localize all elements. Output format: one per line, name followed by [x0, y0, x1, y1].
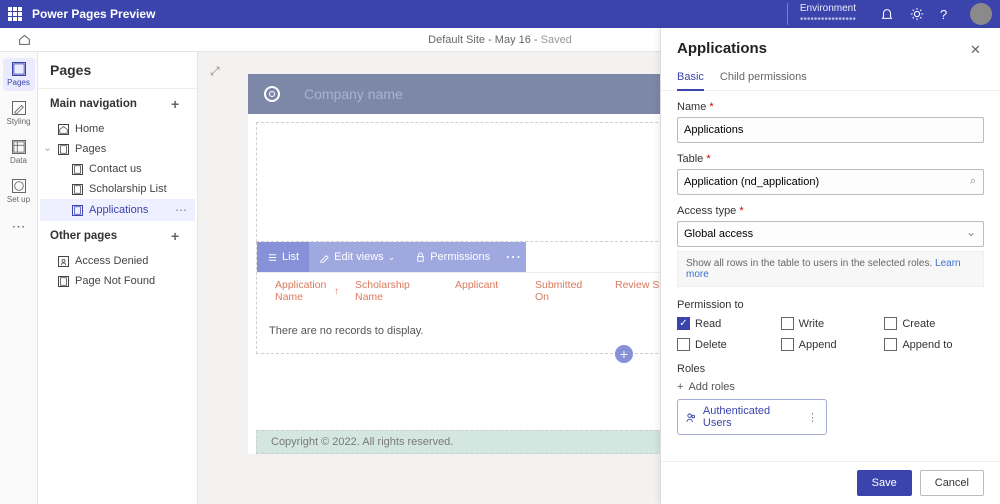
chip-more-icon[interactable]: ⋮: [807, 411, 818, 424]
breadcrumb-status: Saved: [541, 34, 572, 46]
add-section-button[interactable]: +: [615, 345, 633, 363]
toolbar-permissions-button[interactable]: Permissions: [405, 242, 500, 272]
cancel-button[interactable]: Cancel: [920, 470, 984, 496]
panel-title: Applications: [677, 40, 767, 57]
other-pages-header: Other pages +: [38, 221, 197, 251]
page-icon: [58, 144, 69, 155]
avatar[interactable]: [970, 3, 992, 25]
table-input[interactable]: [677, 169, 984, 195]
close-icon[interactable]: ✕: [970, 42, 984, 56]
app-header: Power Pages Preview Environment ••••••••…: [0, 0, 1000, 28]
waffle-icon[interactable]: [8, 7, 22, 21]
add-main-nav-icon[interactable]: +: [171, 97, 185, 111]
styling-icon: [12, 101, 26, 115]
chevron-down-icon: ⌄: [388, 252, 396, 263]
access-type-hint: Show all rows in the table to users in t…: [677, 251, 984, 287]
rail-more[interactable]: ⋯: [3, 214, 35, 239]
access-type-select[interactable]: [677, 221, 984, 247]
tree-item-more-icon[interactable]: ⋯: [175, 203, 187, 217]
tab-child-permissions[interactable]: Child permissions: [720, 65, 807, 90]
checkbox-icon: ✓: [677, 317, 690, 330]
table-label: Table *: [677, 153, 984, 165]
lock-icon: [58, 256, 69, 267]
rail-item-styling[interactable]: Styling: [3, 97, 35, 130]
checkbox-icon: [781, 317, 794, 330]
name-input[interactable]: [677, 117, 984, 143]
gear-icon[interactable]: [910, 7, 924, 21]
checkbox-icon: [884, 338, 897, 351]
tree-item-contact[interactable]: Contact us: [40, 159, 195, 179]
list-icon: [267, 252, 278, 263]
environment-label: Environment: [800, 3, 856, 14]
tree-item-pages[interactable]: Pages: [40, 139, 195, 159]
pages-panel: Pages Main navigation + Home Pages Conta…: [38, 52, 198, 504]
page-icon: [58, 276, 69, 287]
copyright: Copyright © 2022. All rights reserved.: [271, 436, 453, 448]
checkbox-create[interactable]: Create: [884, 317, 984, 330]
breadcrumb-site: Default Site: [428, 34, 485, 46]
roles-label: Roles: [677, 363, 984, 375]
environment-value: ••••••••••••••••: [800, 14, 856, 25]
checkbox-append[interactable]: Append: [781, 338, 881, 351]
page-icon: [72, 184, 83, 195]
plus-icon: +: [677, 381, 683, 393]
rail-item-pages[interactable]: Pages: [3, 58, 35, 91]
edit-icon: [319, 252, 330, 263]
checkbox-append-to[interactable]: Append to: [884, 338, 984, 351]
fit-to-screen-icon[interactable]: ⤢: [210, 64, 220, 79]
checkbox-icon: [884, 317, 897, 330]
page-icon: [72, 205, 83, 216]
main-navigation-header: Main navigation +: [38, 89, 197, 119]
bell-icon[interactable]: [880, 7, 894, 21]
pages-icon: [12, 62, 26, 76]
breadcrumb: Default Site - May 16 - Saved: [428, 34, 572, 46]
th-app-name[interactable]: Application Name↑: [267, 279, 347, 303]
checkbox-write[interactable]: Write: [781, 317, 881, 330]
th-submitted[interactable]: Submitted On: [527, 279, 607, 303]
name-label: Name *: [677, 101, 984, 113]
environment-selector[interactable]: Environment ••••••••••••••••: [787, 3, 856, 25]
tree-item-access-denied[interactable]: Access Denied: [40, 251, 195, 271]
tab-basic[interactable]: Basic: [677, 65, 704, 91]
home-icon[interactable]: [18, 33, 31, 46]
tree-item-applications[interactable]: Applications ⋯: [40, 199, 195, 221]
checkbox-icon: [677, 338, 690, 351]
logo-icon: [264, 86, 280, 102]
access-type-label: Access type *: [677, 205, 984, 217]
people-icon: [686, 412, 697, 423]
checkbox-delete[interactable]: Delete: [677, 338, 777, 351]
company-name[interactable]: Company name: [304, 86, 403, 102]
th-applicant[interactable]: Applicant: [447, 279, 527, 303]
checkbox-icon: [781, 338, 794, 351]
toolbar-more-button[interactable]: ⋯: [500, 242, 526, 272]
tree-item-not-found[interactable]: Page Not Found: [40, 271, 195, 291]
help-icon[interactable]: ?: [940, 7, 954, 21]
app-title: Power Pages Preview: [32, 7, 155, 21]
permissions-panel: Applications ✕ Basic Child permissions N…: [660, 28, 1000, 504]
tree-item-home[interactable]: Home: [40, 119, 195, 139]
left-rail: Pages Styling Data Set up ⋯: [0, 52, 38, 504]
tree-item-scholarship[interactable]: Scholarship List: [40, 179, 195, 199]
role-chip-authenticated[interactable]: Authenticated Users ⋮: [677, 399, 827, 435]
toolbar-list-button[interactable]: List: [257, 242, 309, 272]
setup-icon: [12, 179, 26, 193]
rail-item-data[interactable]: Data: [3, 136, 35, 169]
toolbar-edit-views-button[interactable]: Edit views ⌄: [309, 242, 405, 272]
permission-to-label: Permission to: [677, 299, 984, 311]
breadcrumb-date: May 16: [495, 34, 531, 46]
add-other-pages-icon[interactable]: +: [171, 229, 185, 243]
page-icon: [72, 164, 83, 175]
checkbox-read[interactable]: ✓Read: [677, 317, 777, 330]
lock-icon: [415, 252, 426, 263]
data-icon: [12, 140, 26, 154]
save-button[interactable]: Save: [857, 470, 912, 496]
add-roles-button[interactable]: + Add roles: [677, 381, 984, 393]
home-icon: [58, 124, 69, 135]
rail-item-setup[interactable]: Set up: [3, 175, 35, 208]
pages-panel-title: Pages: [38, 52, 197, 89]
th-scholarship[interactable]: Scholarship Name: [347, 279, 447, 303]
sort-asc-icon: ↑: [334, 286, 339, 297]
